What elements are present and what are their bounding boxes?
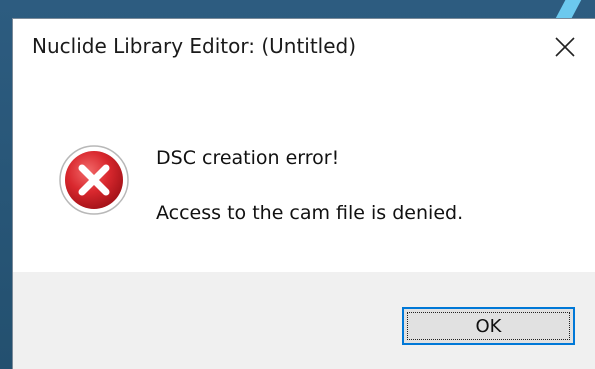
ok-button[interactable]: OK bbox=[402, 307, 575, 345]
dialog-title: Nuclide Library Editor: (Untitled) bbox=[32, 34, 357, 58]
error-icon bbox=[59, 145, 129, 215]
dialog-content: DSC creation error! Access to the cam fi… bbox=[13, 77, 595, 272]
error-dialog: Nuclide Library Editor: (Untitled) DSC c… bbox=[12, 18, 595, 369]
ok-button-label: OK bbox=[475, 315, 502, 337]
close-icon bbox=[555, 37, 575, 57]
dialog-footer: OK bbox=[13, 272, 595, 369]
message-body: Access to the cam file is denied. bbox=[156, 202, 464, 224]
dialog-titlebar[interactable]: Nuclide Library Editor: (Untitled) bbox=[13, 19, 595, 77]
close-button[interactable] bbox=[549, 31, 581, 63]
message-title: DSC creation error! bbox=[156, 147, 340, 169]
